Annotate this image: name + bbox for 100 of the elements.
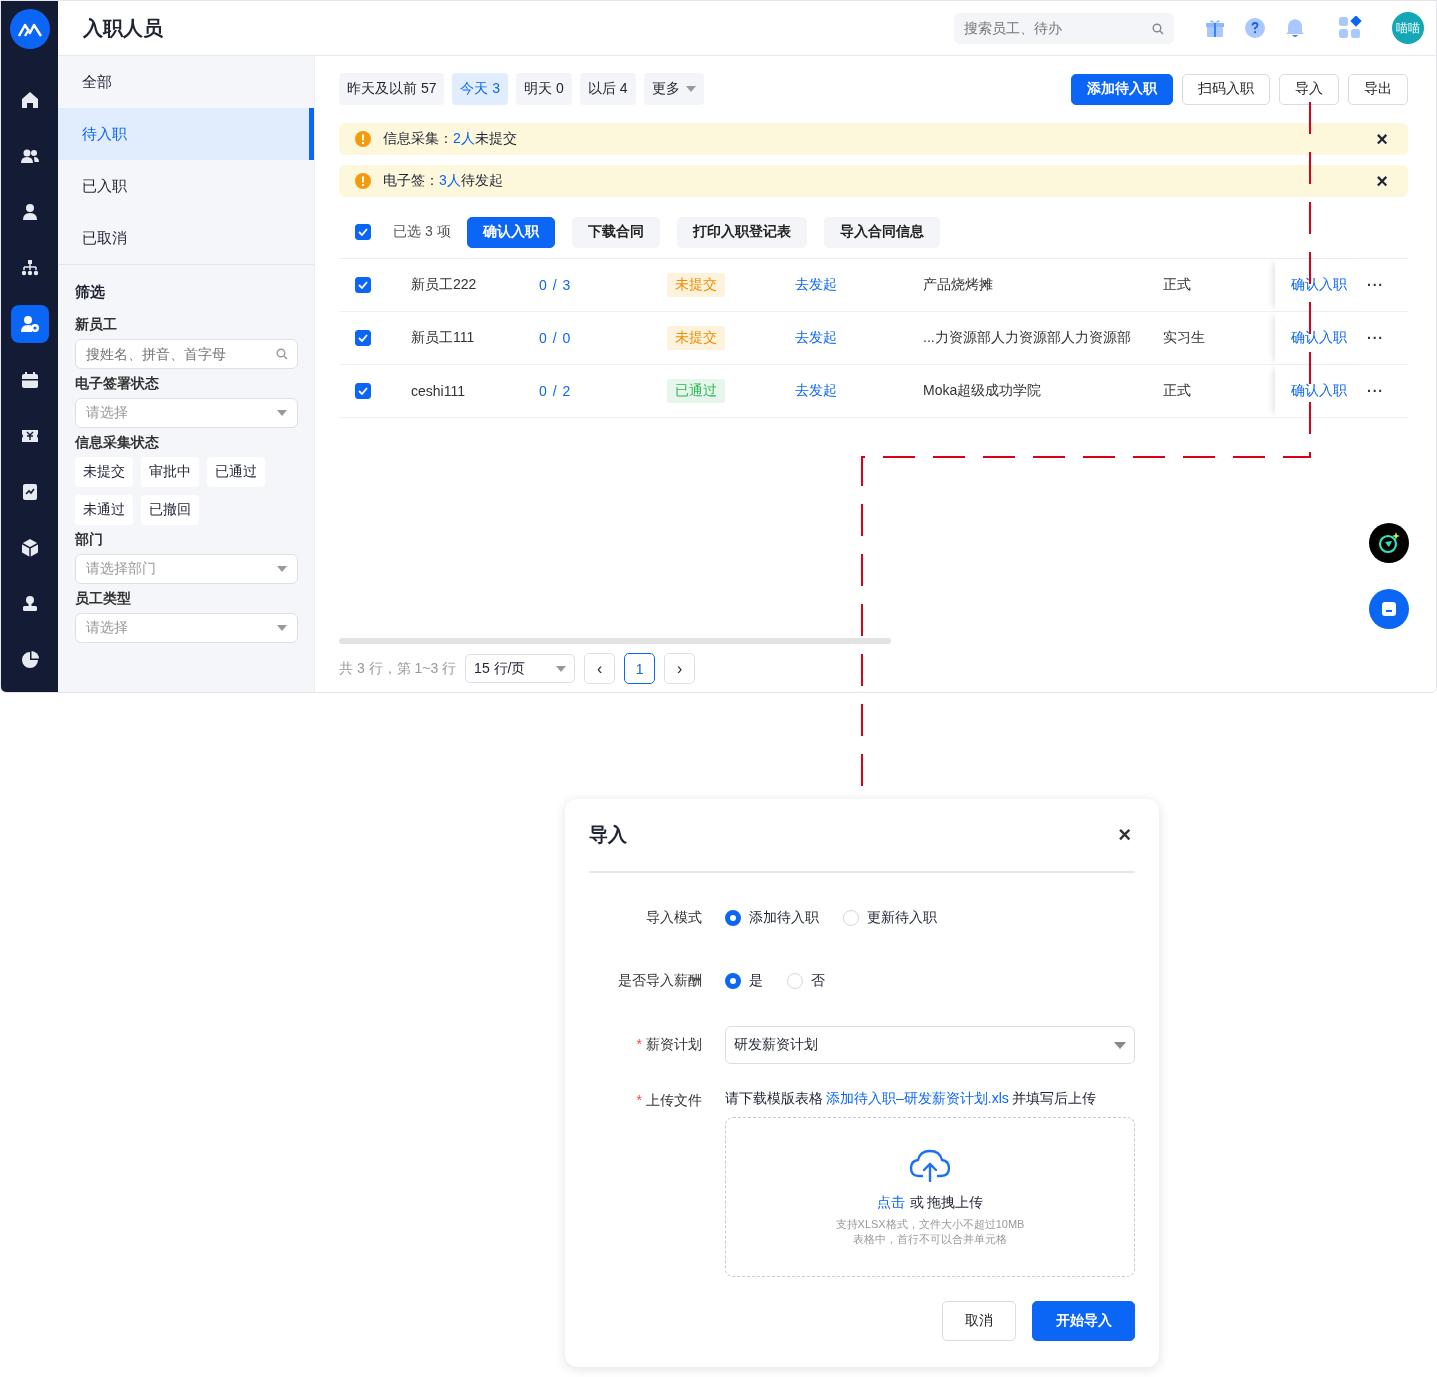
action-button[interactable]: 添加待入职 [1071,73,1173,105]
sidebar-item[interactable]: 待入职 [58,108,314,160]
date-tab[interactable]: 今天 3 [452,73,509,105]
upload-dropzone[interactable]: 点击 或 拖拽上传 支持XLSX格式，文件大小不超过10MB 表格中，首行不可以合并单元格 [725,1117,1135,1277]
row-checkbox[interactable] [355,277,371,293]
action-button[interactable]: 扫码入职 [1182,73,1270,105]
filter-label: 部门 [75,531,104,549]
drag-upload-text: 或 拖拽上传 [909,1193,984,1212]
form-label: 是否导入薪酬 [617,972,702,990]
page-size-select[interactable]: 15 行/页 [465,654,576,683]
department-cell: Moka超级成功学院 [923,382,1042,400]
confirm-link[interactable]: 确认入职 [1291,382,1347,400]
upload-note: 表格中，首行不可以合并单元格 [853,1231,1007,1247]
upload-note: 支持XLSX格式，文件大小不超过10MB [835,1216,1025,1232]
help-icon[interactable] [1244,17,1266,39]
alert-text: 信息采集：2人未提交 [383,130,517,148]
sign-link[interactable]: 去发起 [795,382,837,400]
employee-type-cell: 实习生 [1163,329,1205,347]
radio-option[interactable]: 添加待入职 [725,909,819,927]
caret-icon [277,625,287,631]
click-upload-link[interactable]: 点击 [876,1193,905,1212]
sidebar-item[interactable]: 已入职 [58,160,314,212]
status-tag: 未提交 [667,273,725,297]
close-button[interactable]: × [1372,127,1392,151]
search-icon[interactable] [1152,22,1164,35]
row-checkbox[interactable] [355,383,371,399]
name-search-field[interactable]: 搜姓名、拼音、首字母 [75,339,298,369]
template-link[interactable]: 添加待入职–研发薪资计划.xls [826,1090,1009,1108]
status-chip[interactable]: 未通过 [75,495,133,525]
sign-link[interactable]: 去发起 [795,276,837,294]
date-tab[interactable]: 以后 4 [579,73,636,105]
status-tag: 未提交 [667,326,725,350]
check-icon [358,228,368,236]
form-label: * 上传文件 [635,1092,702,1110]
sidebar-item[interactable]: 全部 [58,56,314,108]
confirm-link[interactable]: 确认入职 [1291,329,1347,347]
sidebar-item[interactable]: 已取消 [58,212,314,264]
employee-name: 新员工111 [411,329,475,347]
department-cell: 产品烧烤摊 [923,276,993,294]
bulk-action-button[interactable]: 导入合同信息 [823,216,940,248]
apps-icon[interactable] [1338,16,1362,40]
userplus-icon[interactable] [10,305,49,343]
employee-type-cell: 正式 [1163,276,1191,294]
date-tab[interactable]: 昨天及以前 57 [339,73,445,105]
status-tag: 已通过 [667,379,725,403]
progress-link[interactable]: 0 / 2 [539,383,572,399]
confirm-link[interactable]: 确认入职 [1291,276,1347,294]
progress-link[interactable]: 0 / 0 [539,330,572,346]
progress-link[interactable]: 0 / 3 [539,277,572,293]
radio-option[interactable]: 否 [787,972,825,990]
more-dropdown[interactable]: 更多 [643,73,704,105]
bulk-action-button[interactable]: 下载合同 [571,216,660,248]
sign-link[interactable]: 去发起 [795,329,837,347]
action-button[interactable]: 导入 [1279,73,1339,105]
dialog-button[interactable]: 开始导入 [1032,1301,1135,1341]
search-icon[interactable] [276,348,288,360]
status-chip[interactable]: 审批中 [141,457,199,487]
employee-name: ceshi111 [411,383,465,399]
check-icon [358,281,368,289]
select-all-checkbox[interactable] [355,224,371,240]
chat-icon [1381,601,1397,617]
pagination-summary: 共 3 行，第 1~3 行 [339,659,457,678]
status-chip[interactable]: 未提交 [75,457,133,487]
previous-page-button[interactable]: ‹ [584,653,616,684]
filter-label: 新员工 [75,316,118,334]
more-button[interactable]: ··· [1367,277,1384,293]
caret-icon [556,665,567,672]
close-button[interactable]: × [1372,169,1392,193]
gift-icon[interactable] [1204,17,1226,39]
salary-plan-select[interactable]: 研发薪资计划 [725,1026,1135,1064]
filter-label: 电子签署状态 [75,375,160,393]
bulk-action-button[interactable]: 确认入职 [466,216,555,248]
more-button[interactable]: ··· [1367,383,1384,399]
assistant-button[interactable] [1369,523,1409,563]
bulk-action-button[interactable]: 打印入职登记表 [676,216,807,248]
action-button[interactable]: 导出 [1348,73,1408,105]
row-checkbox[interactable] [355,330,371,346]
date-tab[interactable]: 明天 0 [516,73,572,105]
page-button[interactable]: 1 [624,653,656,684]
radio-option[interactable]: 是 [725,972,763,990]
logo-icon [9,9,50,49]
filter-title: 筛选 [74,282,106,302]
dialog-button[interactable]: 取消 [942,1301,1016,1341]
alert-text: 电子签：3人待发起 [383,172,503,190]
caret-icon [277,410,287,416]
employee-type-cell: 正式 [1163,382,1191,400]
form-label: 导入模式 [645,909,702,927]
chat-button[interactable] [1369,589,1409,629]
caret-icon [1114,1041,1126,1049]
more-button[interactable]: ··· [1367,330,1384,346]
status-chip[interactable]: 已通过 [207,457,265,487]
caret-icon [277,566,287,572]
selection-count: 已选 3 项 [393,223,451,241]
filter-label: 员工类型 [75,590,132,608]
status-chip[interactable]: 已撤回 [141,495,199,525]
search-field[interactable]: 搜索员工、待办 [954,12,1174,44]
next-page-button[interactable]: › [664,653,696,684]
radio-option[interactable]: 更新待入职 [843,909,937,927]
cloud-upload-icon [909,1147,951,1182]
close-button[interactable]: × [1114,822,1135,848]
